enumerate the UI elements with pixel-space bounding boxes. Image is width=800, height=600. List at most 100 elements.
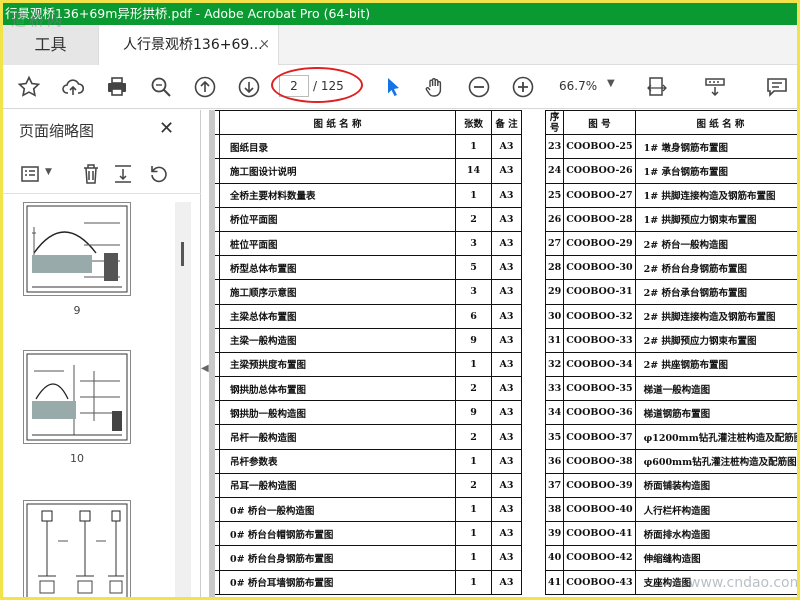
table-cell: A3 bbox=[491, 206, 522, 232]
extract-page-icon[interactable] bbox=[111, 162, 135, 186]
table-row: 吊杆参数表 1 A3 bbox=[209, 448, 522, 474]
table-cell: A3 bbox=[491, 255, 522, 281]
table-row: 31 COOBOO-33 2# 拱脚预应力钢束布置图 bbox=[544, 327, 797, 353]
zoom-search-icon[interactable] bbox=[147, 73, 175, 101]
previous-page-icon[interactable] bbox=[191, 73, 219, 101]
table-cell: 2# 桥台承台钢筋布置图 bbox=[634, 279, 797, 305]
table-cell: 主梁一般构造图 bbox=[219, 327, 456, 353]
panel-title: 页面缩略图 bbox=[19, 122, 95, 140]
table-row: 36 COOBOO-38 φ600mm钻孔灌注桩构造及配筋图 bbox=[544, 448, 797, 474]
table-cell: 2 bbox=[455, 424, 492, 450]
table-cell: 主梁预拱度布置图 bbox=[219, 351, 456, 378]
chevron-down-icon[interactable]: ▼ bbox=[45, 167, 69, 191]
table-cell: COOBOO-33 bbox=[563, 327, 636, 353]
table-cell: 1# 承台钢筋布置图 bbox=[634, 158, 797, 184]
table-gap bbox=[531, 110, 543, 597]
table-header-cell: 图 纸 名 称 bbox=[219, 110, 456, 136]
close-icon[interactable]: ✕ bbox=[159, 118, 174, 139]
table-cell: φ600mm钻孔灌注桩构造及配筋图 bbox=[634, 448, 797, 474]
table-cell: A3 bbox=[491, 327, 522, 353]
table-cell: 14 bbox=[455, 158, 492, 184]
scroll-mode-icon[interactable] bbox=[701, 73, 729, 101]
table-cell: 5 bbox=[455, 255, 492, 281]
table-cell: A3 bbox=[491, 569, 522, 595]
zoom-out-icon[interactable] bbox=[465, 73, 493, 101]
table-cell: 9 bbox=[455, 400, 492, 426]
table-cell: 1 bbox=[455, 351, 492, 378]
table-cell: 1# 拱脚预应力钢束布置图 bbox=[634, 206, 797, 232]
table-cell: 25 bbox=[544, 182, 565, 208]
page-fit-icon[interactable] bbox=[643, 73, 671, 101]
next-page-icon[interactable] bbox=[235, 73, 263, 101]
table-row: 0# 桥台台身钢筋布置图 1 A3 bbox=[209, 545, 522, 571]
table-cell: COOBOO-37 bbox=[563, 424, 636, 450]
toolbar: 2 / 125 66.7% ▼ bbox=[3, 65, 797, 109]
drawing-index-table-left: 图 纸 名 称 张数 备 注 图纸目录 1 A3 施工图设计说明 14 A3 全桥主要材料数… bbox=[209, 110, 522, 595]
chevron-down-icon[interactable]: ▼ bbox=[607, 78, 615, 89]
scrollbar-thumb[interactable] bbox=[181, 242, 184, 266]
table-cell: 37 bbox=[544, 472, 565, 499]
table-row: 全桥主要材料数量表 1 A3 bbox=[209, 182, 522, 208]
table-cell: 1 bbox=[455, 496, 492, 523]
table-cell: 2# 拱脚连接构造及钢筋布置图 bbox=[634, 303, 797, 329]
page-thumbnail[interactable] bbox=[23, 500, 131, 597]
options-menu-icon[interactable] bbox=[19, 162, 43, 186]
table-cell: 1 bbox=[455, 545, 492, 571]
table-cell: 28 bbox=[544, 255, 565, 281]
tab-tools[interactable]: 工具 bbox=[3, 25, 99, 65]
table-row: 26 COOBOO-28 1# 拱脚预应力钢束布置图 bbox=[544, 206, 797, 232]
table-row: 25 COOBOO-27 1# 拱脚连接构造及钢筋布置图 bbox=[544, 182, 797, 208]
thumbnail-panel: 页面缩略图 ✕ ▼ 9 10 bbox=[3, 110, 201, 597]
table-cell: 41 bbox=[544, 569, 565, 595]
thumbnail-list: 9 10 bbox=[3, 202, 175, 597]
table-cell: A3 bbox=[491, 376, 522, 402]
table-row: 0# 桥台台帽钢筋布置图 1 A3 bbox=[209, 521, 522, 547]
table-row: 施工顺序示意图 3 A3 bbox=[209, 279, 522, 305]
thumbnail-scrollbar[interactable] bbox=[175, 202, 191, 597]
cloud-upload-icon[interactable] bbox=[59, 73, 87, 101]
table-row: 0# 桥台一般构造图 1 A3 bbox=[209, 496, 522, 523]
bookmark-star-icon[interactable] bbox=[15, 73, 43, 101]
table-cell: COOBOO-43 bbox=[563, 569, 636, 595]
table-cell: COOBOO-40 bbox=[563, 496, 636, 523]
select-pointer-icon[interactable] bbox=[379, 73, 407, 101]
table-cell: 1# 墩身钢筋布置图 bbox=[634, 134, 797, 160]
tab-document[interactable]: 人行景观桥136+69... × bbox=[99, 25, 279, 65]
collapse-panel-icon[interactable]: ◀ bbox=[201, 363, 209, 374]
page-thumbnail[interactable] bbox=[23, 350, 131, 444]
table-header-cell: 图 号 bbox=[563, 110, 636, 136]
zoom-level[interactable]: 66.7% bbox=[559, 75, 597, 97]
table-cell: 人行栏杆构造图 bbox=[634, 496, 797, 523]
delete-icon[interactable] bbox=[79, 162, 103, 186]
table-cell: 吊耳一般构造图 bbox=[219, 472, 456, 499]
comment-icon[interactable] bbox=[763, 73, 791, 101]
rotate-icon[interactable] bbox=[147, 162, 171, 186]
table-cell: 桥位平面图 bbox=[219, 206, 456, 232]
tab-close-icon[interactable]: × bbox=[259, 25, 270, 65]
zoom-in-icon[interactable] bbox=[509, 73, 537, 101]
table-cell: 施工顺序示意图 bbox=[219, 279, 456, 305]
print-icon[interactable] bbox=[103, 73, 131, 101]
table-cell: 1 bbox=[455, 134, 492, 160]
table-cell: 32 bbox=[544, 351, 565, 378]
table-cell: COOBOO-35 bbox=[563, 376, 636, 402]
table-row: 吊耳一般构造图 2 A3 bbox=[209, 472, 522, 499]
table-row: 桥型总体布置图 5 A3 bbox=[209, 255, 522, 281]
table-cell: COOBOO-27 bbox=[563, 182, 636, 208]
hand-tool-icon[interactable] bbox=[421, 73, 449, 101]
table-cell: 24 bbox=[544, 158, 565, 184]
table-cell: 0# 桥台一般构造图 bbox=[219, 496, 456, 523]
table-cell: 26 bbox=[544, 206, 565, 232]
table-row: 37 COOBOO-39 桥面铺装构造图 bbox=[544, 472, 797, 499]
table-row: 40 COOBOO-42 伸缩缝构造图 bbox=[544, 545, 797, 571]
table-cell: COOBOO-42 bbox=[563, 545, 636, 571]
page-thumbnail[interactable] bbox=[23, 202, 131, 296]
table-row: 钢拱肋一般构造图 9 A3 bbox=[209, 400, 522, 426]
table-row: 23 COOBOO-25 1# 墩身钢筋布置图 bbox=[544, 134, 797, 160]
table-cell: 40 bbox=[544, 545, 565, 571]
table-row: 33 COOBOO-35 梯道一般构造图 bbox=[544, 376, 797, 402]
document-scrollbar[interactable] bbox=[209, 110, 215, 597]
table-row: 桩位平面图 3 A3 bbox=[209, 230, 522, 257]
tab-document-label: 人行景观桥136+69... bbox=[123, 37, 263, 53]
table-cell: 2# 拱座钢筋布置图 bbox=[634, 351, 797, 378]
